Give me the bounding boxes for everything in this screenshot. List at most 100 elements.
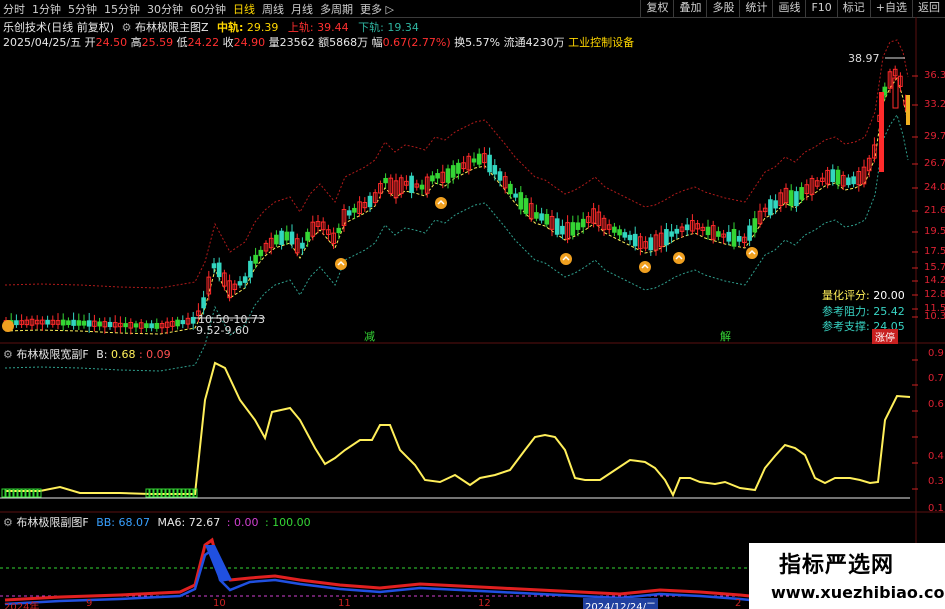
lower-band-line [4, 113, 909, 372]
sub2-settings-icon[interactable]: ⚙ [3, 516, 13, 529]
candle-body [305, 231, 310, 241]
limit-up-badge: 涨停 [872, 329, 898, 344]
candle-body [788, 190, 794, 206]
candle-body [201, 297, 206, 309]
candle-body [669, 231, 674, 237]
candle-body [97, 321, 102, 327]
candle-body [487, 154, 492, 173]
main-axis-tick: 12.8 [924, 289, 945, 300]
candle-body [773, 200, 778, 209]
candle-body [731, 228, 737, 247]
sub1-axis-tick: 0.3 [928, 476, 944, 487]
candle-body [736, 236, 742, 242]
date-axis-label: 10 [213, 598, 226, 609]
candle-body [248, 260, 253, 278]
candle-body [450, 165, 456, 178]
candle-body [544, 213, 550, 225]
candle-body [471, 158, 477, 163]
candle-body [508, 183, 513, 195]
candle-body [409, 175, 414, 193]
sub2-hundred-value: : 100.00 [264, 516, 311, 529]
candle-body [86, 320, 92, 327]
candle-body [180, 320, 186, 325]
peak-price-label: 38.97 [848, 52, 880, 65]
candle-body [752, 218, 758, 233]
candle-body [279, 230, 284, 245]
candle-body [627, 234, 633, 241]
candle-body [216, 262, 222, 278]
date-axis-label: 2024年 [4, 602, 40, 609]
band-width-line [5, 361, 911, 498]
main-axis-tick: 15.7 [924, 262, 945, 273]
buy-signal-icon [673, 252, 685, 264]
candle-body [430, 175, 435, 182]
main-axis-tick: 19.5 [924, 226, 945, 237]
main-axis-tick: 29.7 [924, 131, 945, 142]
candle-body [879, 92, 884, 172]
sub1-header: ⚙ 布林极限宽副F B: 0.68 : 0.09 [3, 346, 171, 362]
main-axis-tick: 21.6 [924, 205, 945, 216]
main-axis-tick: 10.3 [924, 311, 945, 322]
candle-body [81, 320, 87, 326]
sub1-settings-icon[interactable]: ⚙ [3, 348, 13, 361]
buy-signal-icon [335, 258, 347, 270]
sub1-second-value: : 0.09 [138, 348, 171, 361]
candle-body [492, 165, 498, 175]
candle-body [352, 207, 357, 213]
candle-body [534, 212, 539, 219]
candle-body [513, 193, 518, 198]
candle-body [476, 153, 482, 165]
candle-body [253, 254, 258, 264]
sub2-indicator-name[interactable]: 布林极限副图F [16, 516, 88, 529]
resistance-label: 参考阻力: [822, 305, 870, 318]
main-axis-tick: 17.5 [924, 246, 945, 257]
candle-body [575, 222, 581, 230]
sub2-bb-label: BB: [96, 516, 116, 529]
score-value: 20.00 [873, 289, 905, 302]
squeeze-marker [1, 488, 6, 498]
date-axis-label: 9 [86, 598, 93, 609]
sub1-indicator-name[interactable]: 布林极限宽副F [16, 348, 88, 361]
candle-body [523, 198, 529, 214]
candle-body [554, 218, 560, 235]
candle-body [211, 263, 217, 269]
candle-body [456, 162, 461, 174]
sub1-b-label: B: [96, 348, 108, 361]
candle-body [144, 323, 149, 329]
candle-body [71, 319, 76, 326]
candle-body [383, 177, 388, 184]
candle-body [674, 228, 680, 234]
candle-body [794, 191, 799, 207]
resistance-value: 25.42 [873, 305, 905, 318]
sub1-axis-tick: 0.7 [928, 373, 944, 384]
candle-body [107, 321, 113, 328]
watermark-logo: 指标严选网 www.xuezhibiao.com [749, 543, 945, 609]
sub1-axis-tick: 0.9 [928, 348, 944, 359]
resistance-readout: 参考阻力: 25.42 [822, 303, 905, 319]
sub2-ma-value: 72.67 [188, 516, 221, 529]
sub2-header: ⚙ 布林极限副图F BB: 68.07 MA6: 72.67 : 0.00 : … [3, 514, 311, 530]
sub2-bb-value: 68.07 [118, 516, 151, 529]
candle-body [419, 184, 425, 190]
support-label: 参考支撑: [822, 320, 870, 333]
candle-body [237, 281, 243, 286]
candle-body [648, 237, 654, 251]
candle-body [518, 192, 524, 210]
candle-body [284, 231, 290, 241]
buy-signal-icon [2, 320, 14, 332]
candle-body [154, 322, 160, 329]
candle-body [768, 199, 773, 216]
watermark-title: 指标严选网 [779, 553, 895, 578]
date-axis-label: 2 [735, 598, 742, 609]
candle-body [851, 176, 856, 185]
candle-body [726, 231, 732, 242]
candle-body [336, 227, 342, 234]
candle-body [190, 316, 196, 324]
sub1-axis-tick: 0.6 [928, 399, 944, 410]
score-readout: 量化评分: 20.00 [822, 287, 905, 303]
candle-body [60, 319, 66, 326]
candle-body [445, 168, 451, 183]
candle-body [539, 213, 544, 221]
candle-body [274, 234, 279, 245]
candle-body [497, 171, 503, 181]
